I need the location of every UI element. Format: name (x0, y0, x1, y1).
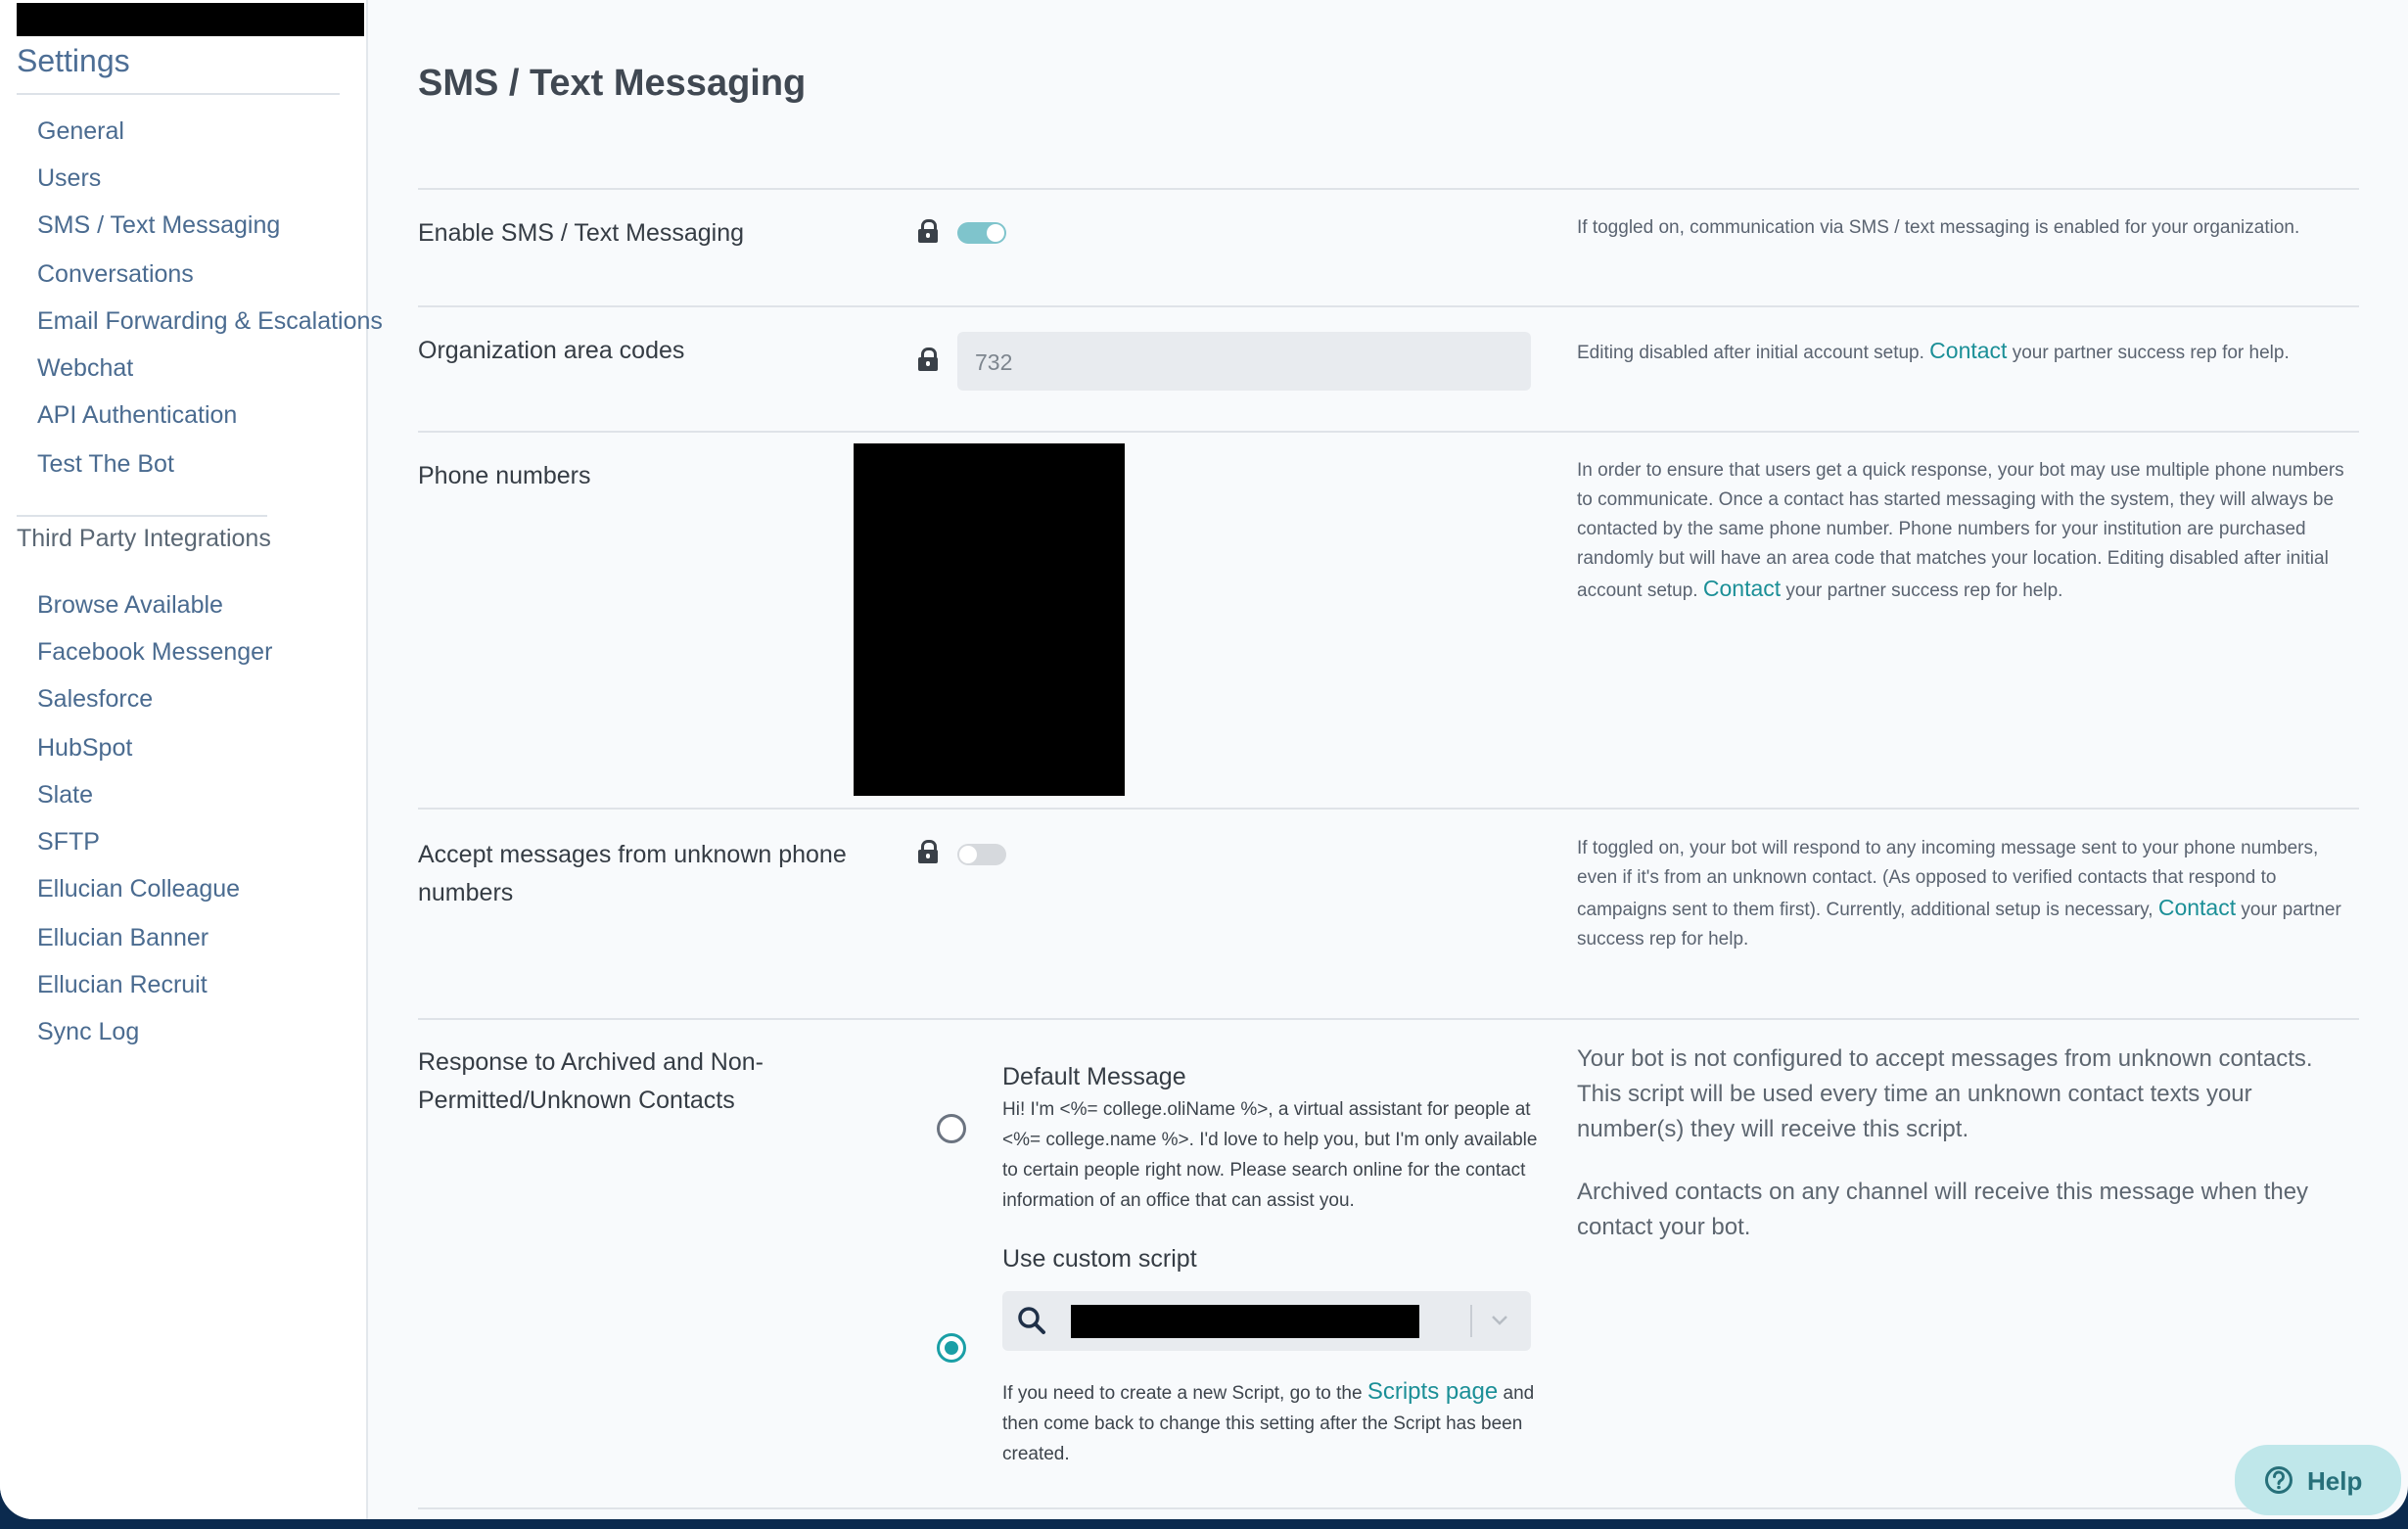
sidebar-title: Settings (17, 43, 130, 78)
archived-response-help-2: Archived contacts on any channel will re… (1577, 1179, 2309, 1240)
lock-icon (918, 348, 938, 371)
sidebar-item-email-forwarding[interactable]: Email Forwarding & Escalations (37, 307, 383, 336)
help-text: your partner success rep for help. (1785, 580, 2063, 601)
default-message-title: Default Message (1002, 1063, 1186, 1090)
scripts-note: If you need to create a new Script, go t… (1002, 1376, 1536, 1469)
unknown-numbers-help: If toggled on, your bot will respond to … (1577, 834, 2360, 954)
help-text: your partner success rep for help. (2012, 343, 2290, 363)
default-message-body: Hi! I'm <%= college.oliName %>, a virtua… (1002, 1099, 1538, 1211)
row-divider (418, 188, 2359, 190)
default-message-radio[interactable] (937, 1114, 966, 1143)
area-codes-input[interactable]: 732 (957, 332, 1531, 391)
contact-link[interactable]: Contact (1703, 576, 1781, 601)
sidebar-item-api-authentication[interactable]: API Authentication (37, 401, 237, 430)
scripts-page-link[interactable]: Scripts page (1367, 1378, 1498, 1405)
unknown-numbers-label: Accept messages from unknown phone numbe… (418, 841, 847, 906)
sidebar-item-sms[interactable]: SMS / Text Messaging (37, 211, 280, 240)
row-divider (418, 1018, 2359, 1020)
enable-sms-toggle[interactable] (957, 222, 1006, 244)
sidebar-item-webchat[interactable]: Webchat (37, 354, 133, 383)
sidebar-item-hubspot[interactable]: HubSpot (37, 734, 132, 763)
redacted-logo (17, 3, 364, 36)
enable-sms-help: If toggled on, communication via SMS / t… (1577, 217, 2300, 238)
row-divider (418, 431, 2359, 433)
sidebar-item-ellucian-colleague[interactable]: Ellucian Colleague (37, 875, 240, 904)
unknown-numbers-toggle[interactable] (957, 844, 1006, 865)
chevron-down-icon[interactable] (1489, 1309, 1510, 1330)
archived-response-label: Response to Archived and Non-Permitted/U… (418, 1048, 764, 1114)
sidebar-divider (17, 93, 340, 95)
help-button-label: Help (2307, 1466, 2363, 1496)
custom-script-title: Use custom script (1002, 1245, 1197, 1273)
lock-icon (918, 219, 938, 243)
contact-link[interactable]: Contact (2158, 895, 2236, 920)
enable-sms-label: Enable SMS / Text Messaging (418, 219, 745, 247)
question-circle-icon (2265, 1466, 2292, 1494)
script-select[interactable] (1002, 1291, 1531, 1351)
sidebar-section-label: Third Party Integrations (17, 525, 271, 552)
sidebar: Settings General Users SMS / Text Messag… (0, 0, 383, 1519)
area-codes-label: Organization area codes (418, 337, 685, 364)
sidebar-divider (17, 515, 267, 517)
page-title: SMS / Text Messaging (418, 63, 807, 104)
sidebar-item-test-the-bot[interactable]: Test The Bot (37, 450, 174, 479)
custom-script-radio[interactable] (937, 1333, 966, 1363)
sidebar-item-conversations[interactable]: Conversations (37, 260, 194, 289)
phone-numbers-help: In order to ensure that users get a quic… (1577, 456, 2360, 606)
archived-response-help-1: Your bot is not configured to accept mes… (1577, 1045, 2313, 1142)
phone-numbers-label: Phone numbers (418, 462, 591, 489)
row-divider (418, 1507, 2359, 1509)
sidebar-item-browse-available[interactable]: Browse Available (37, 591, 223, 620)
sidebar-item-users[interactable]: Users (37, 164, 101, 193)
sidebar-item-general[interactable]: General (37, 117, 124, 146)
select-divider (1470, 1305, 1472, 1337)
area-codes-help: Editing disabled after initial account s… (1577, 336, 2360, 368)
sidebar-item-ellucian-recruit[interactable]: Ellucian Recruit (37, 971, 208, 999)
sidebar-item-sync-log[interactable]: Sync Log (37, 1018, 139, 1046)
help-button[interactable]: Help (2235, 1445, 2401, 1515)
search-icon (1018, 1307, 1045, 1334)
lock-icon (918, 840, 938, 863)
sidebar-item-ellucian-banner[interactable]: Ellucian Banner (37, 924, 208, 952)
row-divider (418, 305, 2359, 307)
sidebar-item-sftp[interactable]: SFTP (37, 828, 100, 857)
row-divider (418, 808, 2359, 810)
help-text: If you need to create a new Script, go t… (1002, 1383, 1363, 1404)
main-content: SMS / Text Messaging Enable SMS / Text M… (368, 0, 2408, 1519)
sidebar-item-facebook-messenger[interactable]: Facebook Messenger (37, 638, 272, 667)
app-window: Settings General Users SMS / Text Messag… (0, 0, 2408, 1519)
sidebar-item-salesforce[interactable]: Salesforce (37, 685, 153, 714)
redacted-phone-numbers (854, 443, 1125, 796)
contact-link[interactable]: Contact (1929, 338, 2007, 363)
sidebar-item-slate[interactable]: Slate (37, 781, 93, 810)
help-text: Editing disabled after initial account s… (1577, 343, 1924, 363)
redacted-script-name (1071, 1305, 1419, 1338)
